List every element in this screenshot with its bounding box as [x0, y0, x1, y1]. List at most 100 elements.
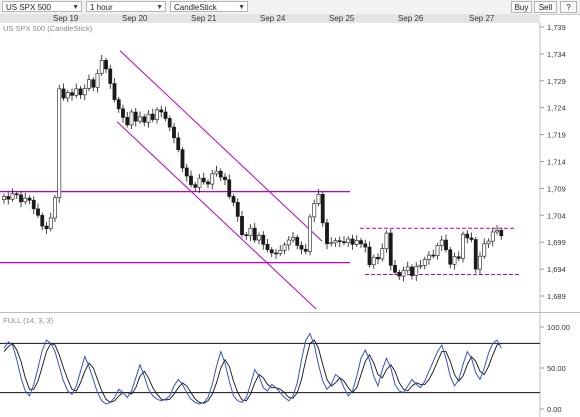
- candle-body: [82, 88, 87, 96]
- oscillator-panel-title: FULL (14, 3, 3): [3, 316, 54, 325]
- y-tick-label: 1,714: [547, 158, 566, 167]
- candle-body: [461, 233, 465, 259]
- candle-body: [116, 99, 121, 110]
- candle-body: [418, 265, 423, 267]
- candle-body: [469, 237, 474, 240]
- candle-body: [333, 240, 338, 244]
- candle-body: [274, 252, 278, 255]
- candle-body: [405, 266, 410, 272]
- candle-body: [435, 245, 440, 256]
- candle-body: [95, 72, 100, 88]
- candle-body: [490, 231, 495, 242]
- candle-body: [146, 113, 151, 123]
- candle-body: [104, 60, 108, 70]
- candle-body: [354, 240, 359, 245]
- candle-body: [422, 259, 427, 266]
- candle-body: [401, 270, 406, 277]
- candle-body: [308, 216, 312, 252]
- candle-body: [291, 237, 295, 241]
- y-tick-label: 1,724: [547, 104, 566, 113]
- candle-body: [78, 88, 83, 96]
- candle-body: [150, 113, 155, 120]
- candle-body: [282, 244, 287, 251]
- candle-body: [444, 239, 448, 251]
- candle-body: [201, 177, 206, 183]
- candle-body: [478, 255, 482, 270]
- channel-upper-line: [119, 50, 323, 242]
- candle-body: [448, 249, 453, 265]
- candle-body: [223, 176, 227, 181]
- candle-body: [367, 246, 372, 266]
- chart-canvas[interactable]: 1,739 1,734 1,729 1,724 1,719 1,714 1,709 1,704…: [0, 0, 580, 417]
- candle-body: [269, 249, 274, 254]
- candle-body: [325, 222, 329, 245]
- candle-body: [414, 266, 419, 276]
- candle-body: [261, 234, 266, 245]
- candle-body: [465, 233, 470, 239]
- osc-tick-label: 50.00: [547, 364, 566, 373]
- candle-body: [456, 256, 461, 259]
- candle-body: [299, 245, 304, 250]
- candle-body: [125, 117, 130, 126]
- candle-body: [410, 266, 414, 276]
- candle-body: [427, 254, 431, 260]
- candle-body: [180, 149, 185, 169]
- candle-body: [303, 248, 308, 252]
- candle-body: [133, 111, 138, 122]
- candle-body: [27, 197, 32, 201]
- candle-body: [184, 167, 189, 177]
- candle-body: [206, 181, 210, 185]
- candle-body: [278, 249, 283, 254]
- candle-body: [19, 194, 23, 203]
- candle-body: [286, 239, 291, 246]
- candle-body: [320, 194, 325, 224]
- candle-body: [87, 79, 91, 89]
- candle-body: [376, 256, 380, 260]
- candle-body: [439, 239, 444, 246]
- candle-body: [176, 137, 181, 150]
- candle-body: [431, 254, 436, 257]
- candle-body: [14, 193, 19, 196]
- candle-body: [99, 60, 104, 74]
- y-tick-label: 1,719: [547, 131, 566, 140]
- candle-body: [70, 92, 74, 96]
- candle-body: [359, 240, 363, 245]
- candle-body: [384, 232, 389, 249]
- candle-body: [397, 272, 402, 277]
- candle-body: [312, 203, 317, 218]
- candle-body: [231, 196, 236, 203]
- candle-body: [61, 88, 66, 99]
- y-tick-label: 1,739: [547, 23, 566, 32]
- candle-body: [350, 238, 355, 245]
- candle-body: [48, 217, 53, 230]
- candle-body: [495, 230, 499, 233]
- candle-body: [53, 197, 57, 219]
- candle-body: [218, 170, 223, 178]
- y-tick-label: 1,734: [547, 50, 566, 59]
- candle-body: [155, 109, 159, 120]
- candle-body: [163, 111, 168, 119]
- candle-body: [197, 177, 202, 188]
- candle-body: [210, 173, 215, 185]
- candle-body: [23, 197, 28, 203]
- candle-body: [159, 109, 164, 113]
- candle-body: [499, 230, 504, 237]
- channel-lower-line: [116, 121, 317, 310]
- y-tick-label: 1,704: [547, 211, 566, 220]
- candle-body: [486, 240, 491, 245]
- y-tick-label: 1,729: [547, 77, 566, 86]
- candle-body: [6, 196, 11, 200]
- candle-body: [31, 199, 36, 210]
- candle-body: [40, 215, 45, 227]
- candle-body: [252, 227, 257, 241]
- candle-body: [57, 88, 62, 198]
- candle-body: [44, 225, 49, 230]
- candle-body: [108, 68, 113, 84]
- candle-body: [473, 239, 478, 270]
- candle-body: [74, 88, 79, 96]
- osc-tick-label: 100.00: [547, 323, 570, 332]
- candle-body: [172, 126, 176, 139]
- candle-body: [363, 243, 368, 248]
- y-tick-label: 1,694: [547, 265, 566, 274]
- candle-body: [257, 234, 261, 241]
